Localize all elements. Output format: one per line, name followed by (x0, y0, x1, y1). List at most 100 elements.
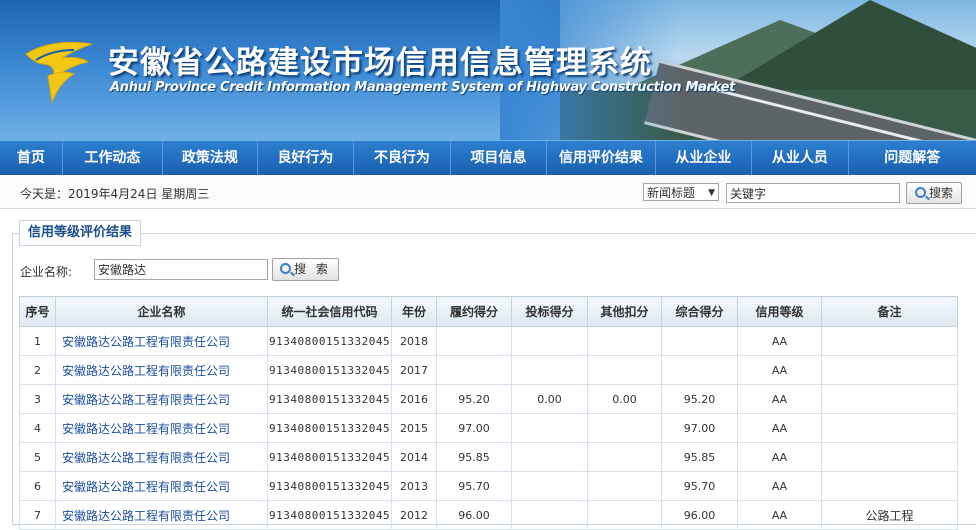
cell-performance-score: 96.00 (436, 500, 512, 530)
cell-credit-code: 91340800151332045E (267, 355, 392, 385)
company-search-button[interactable]: 搜 索 (272, 258, 339, 281)
cell-performance-score (436, 355, 512, 385)
nav-item-policy[interactable]: 政策法规 (163, 141, 258, 175)
cell-bid-score (511, 471, 588, 501)
table-header-row: 序号 企业名称 统一社会信用代码 年份 履约得分 投标得分 其他扣分 综合得分 … (19, 296, 958, 327)
cell-credit-code: 91340800151332045E (267, 384, 392, 414)
cell-credit-code: 91340800151332045E (267, 413, 392, 443)
col-header-total-score: 综合得分 (661, 296, 738, 327)
cell-credit-level: AA (737, 442, 822, 472)
cell-remark (821, 471, 958, 501)
cell-total-score (661, 355, 738, 385)
cell-credit-code: 91340800151332045E (267, 471, 392, 501)
col-header-index: 序号 (19, 296, 56, 327)
cell-company[interactable]: 安徽路达公路工程有限责任公司 (55, 384, 268, 414)
cell-company[interactable]: 安徽路达公路工程有限责任公司 (55, 413, 268, 443)
nav-item-home[interactable]: 首页 (0, 141, 63, 175)
chevron-down-icon: ▼ (708, 188, 715, 198)
cell-index: 4 (19, 413, 56, 443)
cell-credit-level: AA (737, 471, 822, 501)
nav-item-credit-results[interactable]: 信用评价结果 (547, 141, 656, 175)
nav-item-projects[interactable]: 项目信息 (451, 141, 548, 175)
nav-item-personnel[interactable]: 从业人员 (752, 141, 849, 175)
cell-remark (821, 413, 958, 443)
cell-total-score: 95.20 (661, 384, 738, 414)
cell-year: 2016 (391, 384, 437, 414)
cell-year: 2013 (391, 471, 437, 501)
table-body: 1 安徽路达公路工程有限责任公司 91340800151332045E 2018 AA 2… (19, 326, 958, 530)
cell-credit-level: AA (737, 355, 822, 385)
nav-item-news[interactable]: 工作动态 (63, 141, 164, 175)
cell-index: 1 (19, 326, 56, 356)
cell-other-deduction (587, 500, 662, 530)
nav-item-enterprises[interactable]: 从业企业 (656, 141, 753, 175)
cell-bid-score: 0.00 (511, 384, 588, 414)
col-header-other-deduction: 其他扣分 (587, 296, 662, 327)
cell-credit-code: 91340800151332045E (267, 442, 392, 472)
cell-other-deduction: 0.00 (587, 384, 662, 414)
col-header-credit-level: 信用等级 (737, 296, 822, 327)
credit-results-table: 序号 企业名称 统一社会信用代码 年份 履约得分 投标得分 其他扣分 综合得分 … (19, 296, 958, 530)
cell-remark (821, 442, 958, 472)
cell-total-score: 96.00 (661, 500, 738, 530)
cell-credit-code: 91340800151332045E (267, 326, 392, 356)
col-header-performance-score: 履约得分 (436, 296, 512, 327)
search-icon (914, 187, 926, 198)
nav-item-faq[interactable]: 问题解答 (849, 141, 976, 175)
cell-credit-level: AA (737, 500, 822, 530)
main-nav: 首页 工作动态 政策法规 良好行为 不良行为 项目信息 信用评价结果 从业企业 … (0, 140, 976, 175)
col-header-remark: 备注 (821, 296, 958, 327)
cell-other-deduction (587, 355, 662, 385)
cell-total-score (661, 326, 738, 356)
cell-company[interactable]: 安徽路达公路工程有限责任公司 (55, 355, 268, 385)
cell-performance-score: 95.20 (436, 384, 512, 414)
col-header-company: 企业名称 (55, 296, 268, 327)
nav-item-bad-behavior[interactable]: 不良行为 (354, 141, 451, 175)
cell-other-deduction (587, 471, 662, 501)
cell-company[interactable]: 安徽路达公路工程有限责任公司 (55, 500, 268, 530)
site-search-button[interactable]: 搜索 (906, 182, 962, 204)
table-row: 2 安徽路达公路工程有限责任公司 91340800151332045E 2017 AA (19, 355, 958, 385)
site-search-label: 搜索 (928, 186, 953, 200)
col-header-year: 年份 (391, 296, 437, 327)
table-row: 6 安徽路达公路工程有限责任公司 91340800151332045E 2013 95.… (19, 471, 958, 501)
cell-remark (821, 326, 958, 356)
cell-remark (821, 355, 958, 385)
panel-title: 信用等级评价结果 (19, 220, 142, 246)
cell-company[interactable]: 安徽路达公路工程有限责任公司 (55, 326, 268, 356)
cell-credit-level: AA (737, 326, 822, 356)
cell-credit-code: 91340800151332045E (267, 500, 392, 530)
cell-bid-score (511, 413, 588, 443)
cell-company[interactable]: 安徽路达公路工程有限责任公司 (55, 442, 268, 472)
company-name-input[interactable] (94, 259, 268, 280)
search-icon (280, 263, 292, 274)
cell-performance-score: 95.85 (436, 442, 512, 472)
company-search-label: 搜 索 (294, 262, 331, 276)
cell-index: 5 (19, 442, 56, 472)
site-title: 安徽省公路建设市场信用信息管理系统 (108, 45, 652, 81)
cell-credit-level: AA (737, 384, 822, 414)
logo-icon (25, 41, 93, 104)
banner-mountain (720, 0, 976, 90)
company-name-label: 企业名称: (20, 265, 73, 279)
cell-year: 2017 (391, 355, 437, 385)
cell-bid-score (511, 442, 588, 472)
table-row: 4 安徽路达公路工程有限责任公司 91340800151332045E 2015 97.… (19, 413, 958, 443)
cell-company[interactable]: 安徽路达公路工程有限责任公司 (55, 471, 268, 501)
keyword-input[interactable] (726, 183, 900, 203)
cell-year: 2014 (391, 442, 437, 472)
cell-remark (821, 384, 958, 414)
header-banner: 安徽省公路建设市场信用信息管理系统 Anhui Province Credit … (0, 0, 976, 140)
site-subtitle: Anhui Province Credit Information Manage… (110, 80, 736, 95)
table-row: 1 安徽路达公路工程有限责任公司 91340800151332045E 2018 AA (19, 326, 958, 356)
nav-item-good-behavior[interactable]: 良好行为 (258, 141, 355, 175)
cell-index: 2 (19, 355, 56, 385)
cell-other-deduction (587, 413, 662, 443)
search-type-select[interactable]: 新闻标题 ▼ (643, 183, 719, 201)
current-date: 今天是：2019年4月24日 星期周三 (20, 187, 210, 201)
col-header-credit-code: 统一社会信用代码 (267, 296, 392, 327)
cell-other-deduction (587, 326, 662, 356)
cell-bid-score (511, 355, 588, 385)
cell-total-score: 97.00 (661, 413, 738, 443)
cell-year: 2015 (391, 413, 437, 443)
